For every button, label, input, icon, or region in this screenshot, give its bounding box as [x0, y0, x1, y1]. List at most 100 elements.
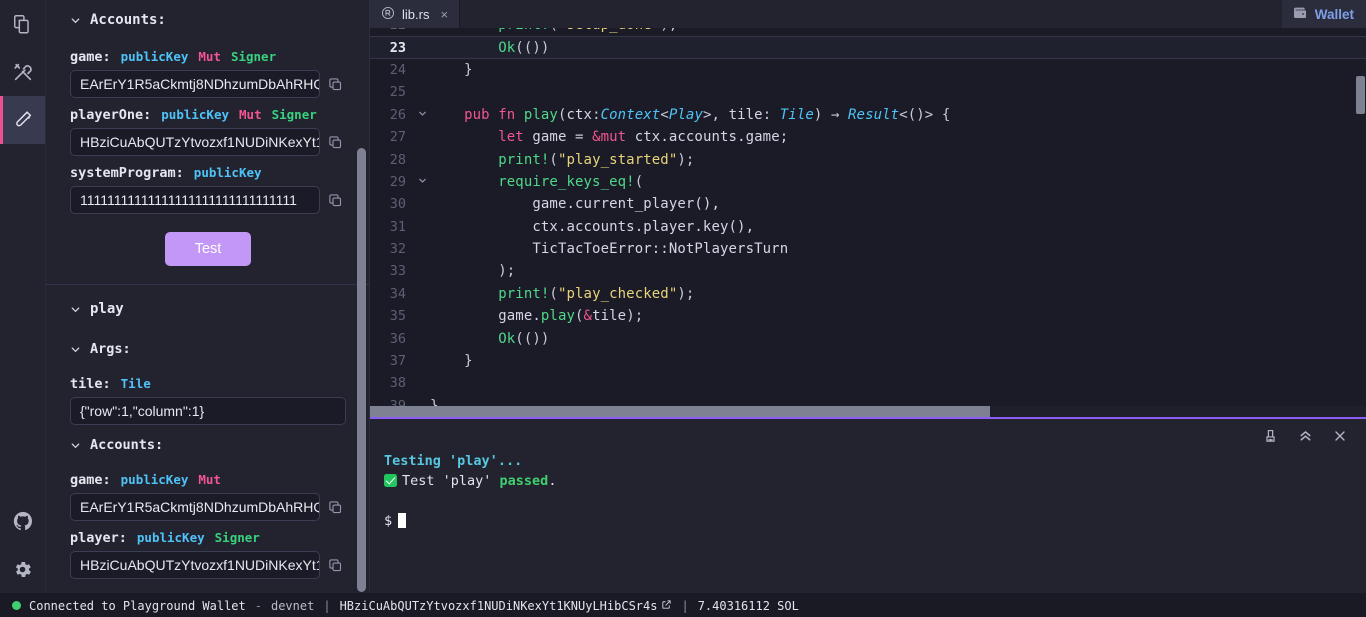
- terminal-prompt-line[interactable]: $: [384, 511, 1366, 531]
- settings-button[interactable]: [0, 545, 45, 593]
- code-line-28[interactable]: 28 print!("play_started");: [370, 148, 1366, 170]
- code-line-39[interactable]: 39}: [370, 395, 1366, 406]
- code-line-22[interactable]: 22 print!("setup_done");: [370, 28, 1366, 36]
- args-label: Args:: [90, 341, 131, 357]
- code-line-25[interactable]: 25: [370, 81, 1366, 103]
- account-type-publickey: publicKey: [193, 165, 262, 180]
- wallet-button[interactable]: Wallet: [1281, 0, 1366, 28]
- account-type-publickey: publicKey: [120, 472, 189, 487]
- close-icon[interactable]: ×: [440, 7, 448, 22]
- account-type-signer: Signer: [271, 107, 317, 122]
- terminal-testing-suffix: ...: [497, 453, 523, 469]
- tab-lib-rs[interactable]: lib.rs ×: [370, 0, 461, 28]
- account-input-game-play[interactable]: EArErY1R5aCkmtj8NDhzumDbAhRHQ: [70, 493, 320, 521]
- line-number: 38: [389, 375, 406, 392]
- code-line-24[interactable]: 24 }: [370, 59, 1366, 81]
- code-line-26[interactable]: 26 pub fn play(ctx:Context<Play>, tile: …: [370, 104, 1366, 126]
- code-line-35[interactable]: 35 game.play(&tile);: [370, 305, 1366, 327]
- status-separator-2: |: [681, 598, 689, 613]
- chevron-down-icon: [70, 440, 81, 451]
- tabbar-fill: [460, 0, 1282, 28]
- rust-icon: [381, 6, 395, 23]
- instruction-section-play: play Args: tile: Tile {"row":1,"column":…: [46, 285, 369, 593]
- status-separator: |: [323, 598, 331, 613]
- copy-icon[interactable]: [328, 500, 343, 515]
- accounts-section-toggle-play[interactable]: Accounts:: [64, 425, 352, 463]
- terminal-pass-status: passed: [499, 473, 549, 489]
- line-number: 26: [389, 106, 406, 123]
- sidebar-scroll-content: Accounts: game: publicKey Mut Signer EAr…: [46, 0, 369, 593]
- accounts-section-toggle-start-game[interactable]: Accounts:: [64, 0, 352, 40]
- copy-icon[interactable]: [328, 193, 343, 208]
- code-line-32[interactable]: 32 TicTacToeError::NotPlayersTurn: [370, 238, 1366, 260]
- test-button-start-game[interactable]: Test: [164, 232, 252, 266]
- account-name: player:: [70, 530, 127, 546]
- copy-icon[interactable]: [328, 135, 343, 150]
- editor-horizontal-scrollbar[interactable]: [370, 406, 990, 417]
- tab-label: lib.rs: [402, 6, 430, 22]
- terminal-pass-pre: Test: [402, 473, 443, 489]
- arg-label-tile: tile: Tile: [64, 367, 352, 397]
- code-line-30[interactable]: 30 game.current_player(),: [370, 193, 1366, 215]
- code-line-36[interactable]: 36 Ok(()): [370, 327, 1366, 349]
- instruction-toggle-play[interactable]: play: [64, 285, 352, 329]
- terminal-prompt-symbol: $: [384, 513, 393, 529]
- code-line-31[interactable]: 31 ctx.accounts.player.key(),: [370, 216, 1366, 238]
- copy-icon[interactable]: [328, 558, 343, 573]
- args-section-toggle[interactable]: Args:: [64, 329, 352, 367]
- account-input-playerone[interactable]: HBziCuAbQUTzYtvozxf1NUDiNKexYt1: [70, 128, 320, 156]
- clear-terminal-button[interactable]: [1262, 427, 1279, 444]
- arg-input-row-tile: {"row":1,"column":1}: [64, 397, 352, 425]
- arg-type-tile: Tile: [120, 376, 151, 391]
- account-input-game[interactable]: EArErY1R5aCkmtj8NDhzumDbAhRHQ: [70, 70, 320, 98]
- line-number: 34: [389, 285, 406, 302]
- chevron-down-icon: [70, 304, 81, 315]
- code-text: ctx.accounts.player.key(),: [532, 218, 755, 235]
- copy-icon[interactable]: [328, 77, 343, 92]
- maximize-terminal-button[interactable]: [1297, 427, 1314, 444]
- account-label-systemprogram: systemProgram: publicKey: [64, 156, 352, 186]
- test-sidebar-panel: Accounts: game: publicKey Mut Signer EAr…: [46, 0, 370, 593]
- account-label-player: player: publicKey Signer: [64, 521, 352, 551]
- sidebar-item-explorer[interactable]: [0, 0, 45, 48]
- code-text: Ok(()): [498, 330, 550, 347]
- status-bar: Connected to Playground Wallet - devnet …: [0, 593, 1366, 617]
- github-link[interactable]: [0, 497, 45, 545]
- code-text: print!("setup_done");: [430, 28, 677, 33]
- sidebar-item-build-deploy[interactable]: [0, 48, 45, 96]
- close-terminal-button[interactable]: [1332, 428, 1348, 444]
- code-line-29[interactable]: 29 require_keys_eq!(: [370, 171, 1366, 193]
- editor-vertical-scrollbar[interactable]: [1356, 76, 1365, 114]
- chevron-down-icon: [70, 344, 81, 355]
- chevron-down-icon: [70, 15, 81, 26]
- line-number: 27: [389, 129, 406, 146]
- instruction-section-start-game: Accounts: game: publicKey Mut Signer EAr…: [46, 0, 369, 285]
- code-line-23[interactable]: 23 Ok(()): [370, 36, 1366, 59]
- code-text: print!("play_started");: [498, 151, 695, 168]
- code-editor[interactable]: 22 print!("setup_done");23 Ok(())24 }252…: [370, 28, 1366, 406]
- wallet-balance: 7.40316112 SOL: [697, 598, 799, 613]
- account-label-game: game: publicKey Mut Signer: [64, 40, 352, 70]
- network-label[interactable]: devnet: [271, 599, 314, 613]
- fold-chevron-down-icon[interactable]: [414, 176, 430, 188]
- code-line-27[interactable]: 27 let game = &mut ctx.accounts.game;: [370, 126, 1366, 148]
- code-line-38[interactable]: 38: [370, 372, 1366, 394]
- connection-status-label[interactable]: Connected to Playground Wallet: [29, 599, 246, 613]
- sidebar-item-test[interactable]: [0, 96, 45, 144]
- code-line-37[interactable]: 37 }: [370, 350, 1366, 372]
- code-lines: 22 print!("setup_done");23 Ok(())24 }252…: [370, 28, 1366, 406]
- editor-vertical-scrollbar-track: [1355, 28, 1366, 406]
- check-icon: [384, 474, 397, 487]
- fold-chevron-down-icon[interactable]: [414, 109, 430, 121]
- arg-input-tile[interactable]: {"row":1,"column":1}: [70, 397, 346, 425]
- sidebar-scrollbar[interactable]: [357, 148, 366, 592]
- account-input-player[interactable]: HBziCuAbQUTzYtvozxf1NUDiNKexYt1: [70, 551, 320, 579]
- code-line-33[interactable]: 33 );: [370, 260, 1366, 282]
- account-input-systemprogram[interactable]: 11111111111111111111111111111111: [70, 186, 320, 214]
- wallet-address-link[interactable]: HBziCuAbQUTzYtvozxf1NUDiNKexYt1KNUyLHibC…: [340, 599, 673, 613]
- line-number: 36: [389, 330, 406, 347]
- activity-bar-spacer: [0, 144, 45, 497]
- account-type-mut: Mut: [239, 107, 262, 122]
- terminal-pass-post: .: [548, 473, 557, 489]
- code-line-34[interactable]: 34 print!("play_checked");: [370, 283, 1366, 305]
